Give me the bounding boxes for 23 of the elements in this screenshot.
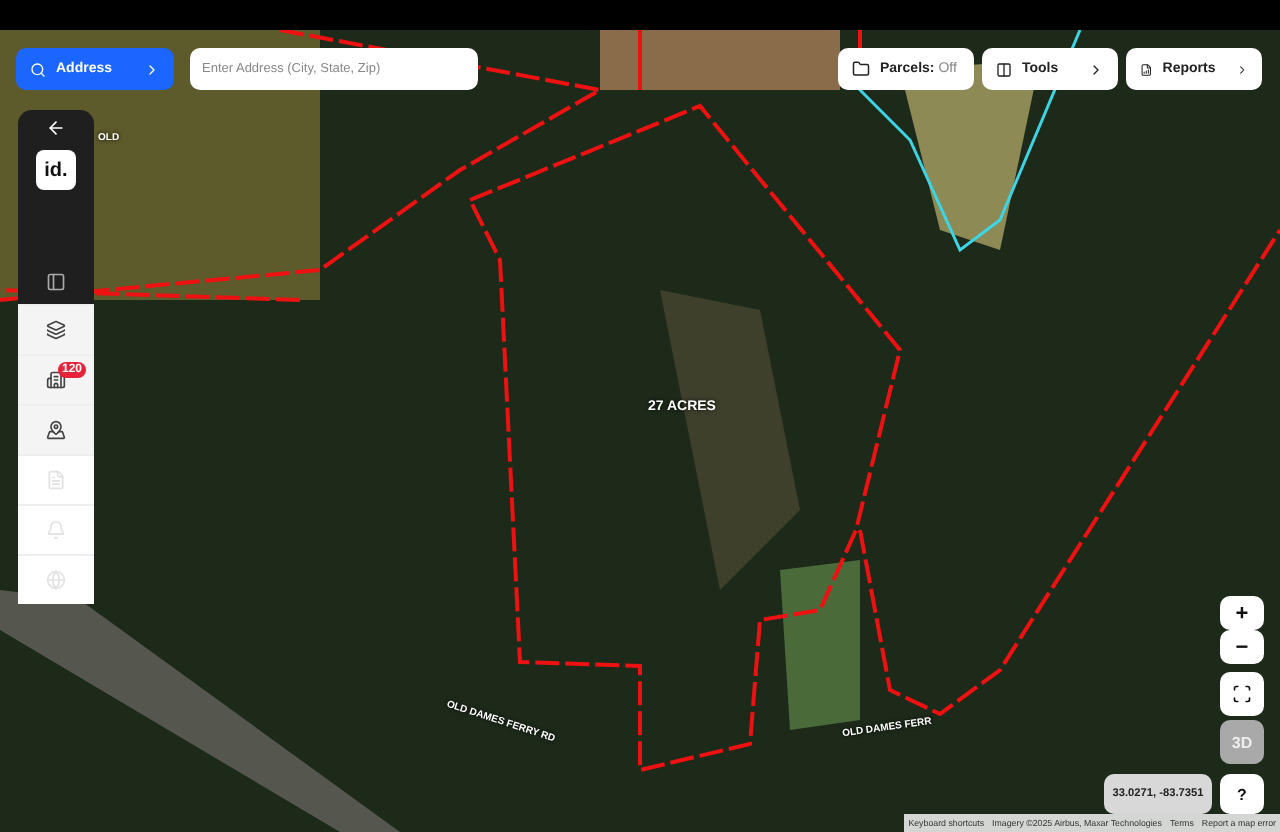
map-pin-icon bbox=[46, 420, 66, 440]
bell-icon bbox=[46, 520, 66, 540]
search-icon bbox=[30, 61, 46, 77]
document-icon bbox=[46, 470, 66, 490]
scan-icon bbox=[1232, 684, 1252, 704]
fit-view-button[interactable] bbox=[1220, 672, 1264, 716]
zoom-in-button[interactable]: + bbox=[1220, 596, 1264, 630]
report-icon bbox=[1140, 61, 1153, 77]
chevron-icon bbox=[1235, 61, 1248, 77]
globe-icon bbox=[46, 570, 66, 590]
layers-icon bbox=[46, 320, 66, 340]
chevron-icon bbox=[144, 61, 160, 77]
zoom-out-button[interactable]: − bbox=[1220, 630, 1264, 664]
logo: id. bbox=[36, 150, 76, 190]
chevron-icon bbox=[1088, 61, 1104, 77]
sidebar-item[interactable] bbox=[18, 404, 94, 454]
panel-toggle-button[interactable] bbox=[46, 272, 66, 292]
folder-icon bbox=[852, 60, 870, 78]
sidebar-item[interactable] bbox=[18, 304, 94, 354]
back-button[interactable] bbox=[46, 118, 66, 138]
help-button[interactable]: ? bbox=[1220, 774, 1264, 814]
tools-icon bbox=[996, 61, 1012, 77]
buildings-icon bbox=[46, 370, 66, 390]
